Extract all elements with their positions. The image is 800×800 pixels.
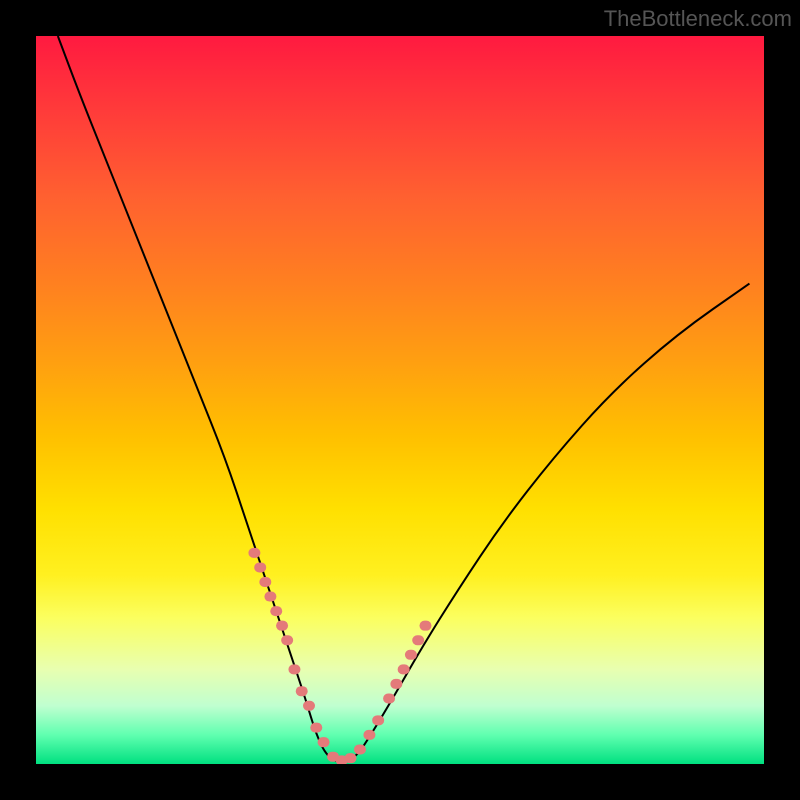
- highlight-marker: [276, 621, 288, 631]
- highlight-marker: [344, 753, 356, 763]
- highlight-marker: [372, 715, 384, 725]
- highlight-marker: [248, 548, 260, 558]
- curve-svg: [36, 36, 764, 764]
- watermark-text: TheBottleneck.com: [604, 6, 792, 32]
- highlight-marker: [390, 679, 402, 689]
- highlight-marker: [419, 621, 431, 631]
- highlight-marker: [259, 577, 271, 587]
- highlight-marker: [398, 664, 410, 674]
- chart-container: TheBottleneck.com: [0, 0, 800, 800]
- highlight-marker: [310, 723, 322, 733]
- highlight-marker: [412, 635, 424, 645]
- highlight-marker: [254, 562, 266, 572]
- highlight-marker: [264, 592, 276, 602]
- highlight-marker: [363, 730, 375, 740]
- highlight-marker: [318, 737, 330, 747]
- bottleneck-curve-path: [58, 36, 750, 762]
- plot-area: [36, 36, 764, 764]
- highlight-marker: [296, 686, 308, 696]
- highlight-marker: [270, 606, 282, 616]
- highlight-marker: [405, 650, 417, 660]
- highlight-markers-group: [248, 548, 431, 764]
- highlight-marker: [288, 664, 300, 674]
- highlight-marker: [383, 693, 395, 703]
- highlight-marker: [303, 701, 315, 711]
- highlight-marker: [354, 744, 366, 754]
- highlight-marker: [281, 635, 293, 645]
